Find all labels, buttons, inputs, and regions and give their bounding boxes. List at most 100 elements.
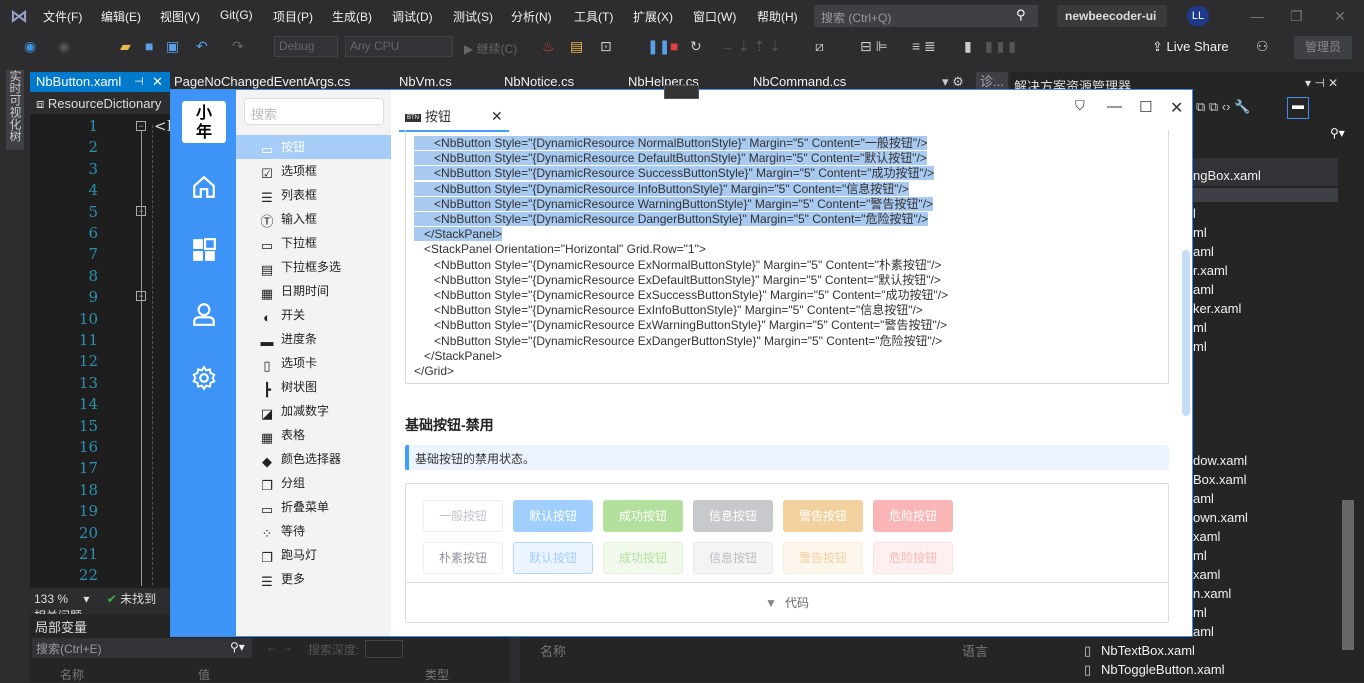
hot-reload-icon[interactable]: ♨ xyxy=(542,38,555,55)
nav-arrows-icon[interactable]: ← → xyxy=(266,640,293,654)
back-icon[interactable]: ◉ xyxy=(24,38,36,55)
solution-file-item[interactable]: Box.xaml xyxy=(1193,472,1246,487)
menu-item[interactable]: 测试(S) xyxy=(453,8,493,25)
menu-item[interactable]: 扩展(X) xyxy=(633,8,673,25)
configuration-select[interactable]: Debug xyxy=(274,36,338,57)
show-code-toggle[interactable]: ▼代码 xyxy=(406,582,1168,623)
editor-navigation-bar[interactable]: ⧈ ResourceDictionary xyxy=(30,94,170,114)
locals-search-input[interactable]: 搜索(Ctrl+E) xyxy=(32,638,252,658)
fold-toggle-icon[interactable]: − xyxy=(136,291,146,301)
solution-file-item[interactable]: ker.xaml xyxy=(1193,301,1241,316)
panel-controls-icon[interactable]: ▾ ⊣ ✕ xyxy=(1305,76,1338,90)
step-icon[interactable]: → ⇣ ⇡ ⇣ xyxy=(720,38,781,55)
nav-item-group[interactable]: ❐分组 xyxy=(236,471,391,495)
menu-item[interactable]: 生成(B) xyxy=(332,8,372,25)
undo-icon[interactable]: ↶ xyxy=(196,38,208,55)
disabled-button[interactable]: 成功按钮 xyxy=(603,500,683,532)
maximize-icon[interactable]: ☐ xyxy=(1139,98,1152,116)
nav-item-progress[interactable]: ▬进度条 xyxy=(236,327,391,351)
nav-search-input[interactable]: 搜索 xyxy=(244,98,384,125)
solution-file-item[interactable]: ngBox.xaml xyxy=(1193,168,1261,183)
nav-item-calendar[interactable]: ▦日期时间 xyxy=(236,279,391,303)
disabled-button[interactable]: 成功按钮 xyxy=(603,542,683,574)
menu-item[interactable]: 工具(T) xyxy=(574,8,613,25)
home-icon[interactable] xyxy=(191,174,217,200)
nav-item-accordion[interactable]: ▭折叠菜单 xyxy=(236,495,391,519)
disabled-button[interactable]: 朴素按钮 xyxy=(423,542,503,574)
avatar[interactable]: LL xyxy=(1187,6,1209,26)
dashboard-icon[interactable] xyxy=(191,237,217,263)
admin-badge[interactable]: 管理员 xyxy=(1294,36,1352,59)
restart-icon[interactable]: ↻ xyxy=(690,38,702,55)
content-scrollbar[interactable] xyxy=(1182,250,1190,416)
indent-icon[interactable]: ≡ ≣ xyxy=(912,38,936,55)
bookmark-icon[interactable]: ▮ xyxy=(964,38,972,55)
save-all-icon[interactable]: ▣ xyxy=(166,38,179,55)
preview-toggle-icon[interactable]: ▬ xyxy=(1287,97,1309,119)
solution-file-item[interactable]: ml xyxy=(1193,339,1207,354)
nav-item-listbox[interactable]: ☰列表框 xyxy=(236,183,391,207)
solution-file-item[interactable]: l xyxy=(1193,206,1196,221)
fold-toggle-icon[interactable]: − xyxy=(136,206,146,216)
disabled-button[interactable]: 默认按钮 xyxy=(513,500,593,532)
nav-item-checkbox[interactable]: ☑选项框 xyxy=(236,159,391,183)
disabled-button[interactable]: 默认按钮 xyxy=(513,542,593,574)
tab-nbbutton-xaml[interactable]: NbButton.xaml⊣✕ xyxy=(30,72,170,92)
solution-scrollbar[interactable] xyxy=(1342,500,1354,650)
menu-item[interactable]: Git(G) xyxy=(220,8,253,22)
solution-file-item[interactable]: ml xyxy=(1193,548,1207,563)
menu-item[interactable]: 视图(V) xyxy=(160,8,200,25)
solution-toolbar-icons[interactable]: ⧉ ⧉ ‹› 🔧 xyxy=(1196,99,1250,115)
pause-icon[interactable]: ❚❚ xyxy=(647,38,670,55)
solution-file-item[interactable]: NbTextBox.xaml xyxy=(1101,643,1195,658)
zoom-dropdown-icon[interactable]: ▾ xyxy=(83,592,89,606)
breakpoint-icon[interactable]: ⧄ xyxy=(815,38,824,55)
nav-item-color-picker[interactable]: ◆颜色选择器 xyxy=(236,447,391,471)
solution-file-item[interactable]: dow.xaml xyxy=(1193,453,1247,468)
live-share-button[interactable]: ⇪ Live Share xyxy=(1152,39,1229,55)
disabled-button[interactable]: 警告按钮 xyxy=(783,500,863,532)
bookmark-nav-icon[interactable]: ▮ ▮ ▮ xyxy=(985,38,1016,55)
live-visual-tree-tab[interactable]: 实时可视化树 xyxy=(6,70,24,150)
nav-item-multiselect[interactable]: ▤下拉框多选 xyxy=(236,255,391,279)
solution-file-item[interactable]: aml xyxy=(1193,624,1214,639)
nav-item-more[interactable]: ☰更多 xyxy=(236,567,391,591)
menu-item[interactable]: 文件(F) xyxy=(43,8,82,25)
code-sample[interactable]: <NbButton Style="{DynamicResource Normal… xyxy=(405,130,1169,384)
nav-item-tab[interactable]: ▯选项卡 xyxy=(236,351,391,375)
solution-file-item[interactable]: xaml xyxy=(1193,529,1220,544)
solution-file-item[interactable]: n.xaml xyxy=(1193,586,1231,601)
disabled-button[interactable]: 危险按钮 xyxy=(873,500,953,532)
solution-file-item[interactable]: ml xyxy=(1193,320,1207,335)
solution-file-item[interactable]: xaml xyxy=(1193,567,1220,582)
nav-item-marquee[interactable]: ❐跑马灯 xyxy=(236,543,391,567)
solution-file-item[interactable]: own.xaml xyxy=(1193,510,1248,525)
minimize-icon[interactable]: — xyxy=(1250,8,1264,24)
disabled-button[interactable]: 信息按钮 xyxy=(693,500,773,532)
open-folder-icon[interactable]: ▰ xyxy=(120,38,131,55)
close-tab-icon[interactable]: ✕ xyxy=(491,108,503,125)
search-icon[interactable]: ⚲▾ xyxy=(1330,126,1345,140)
comment-icon[interactable]: ⊟ ⊫ xyxy=(860,38,888,55)
pin-icon[interactable]: ⊣ xyxy=(134,72,144,92)
solution-file-item[interactable]: r.xaml xyxy=(1193,263,1228,278)
close-icon[interactable]: ✕ xyxy=(1170,98,1183,118)
nav-item-table[interactable]: ▦表格 xyxy=(236,423,391,447)
search-icon[interactable]: ⚲ xyxy=(1016,7,1026,23)
code-editor[interactable] xyxy=(30,94,170,588)
nav-item-combobox[interactable]: ▭下拉框 xyxy=(236,231,391,255)
disabled-button[interactable]: 警告按钮 xyxy=(783,542,863,574)
menu-item[interactable]: 项目(P) xyxy=(273,8,313,25)
nav-item-loading[interactable]: ⁘等待 xyxy=(236,519,391,543)
fold-toggle-icon[interactable]: − xyxy=(136,121,146,131)
menu-item[interactable]: 编辑(E) xyxy=(101,8,141,25)
save-icon[interactable]: ■ xyxy=(145,38,153,54)
solution-file-item[interactable]: aml xyxy=(1193,491,1214,506)
platform-select[interactable]: Any CPU xyxy=(345,36,453,57)
solution-file-item[interactable]: NbToggleButton.xaml xyxy=(1101,662,1225,677)
nav-item-tree[interactable]: ┣树状图 xyxy=(236,375,391,399)
zoom-level[interactable]: 133 % xyxy=(34,592,68,606)
nav-item-textbox[interactable]: Ⓣ输入框 xyxy=(236,207,391,231)
disabled-button[interactable]: 危险按钮 xyxy=(873,542,953,574)
nav-item-numeric[interactable]: ◪加减数字 xyxy=(236,399,391,423)
